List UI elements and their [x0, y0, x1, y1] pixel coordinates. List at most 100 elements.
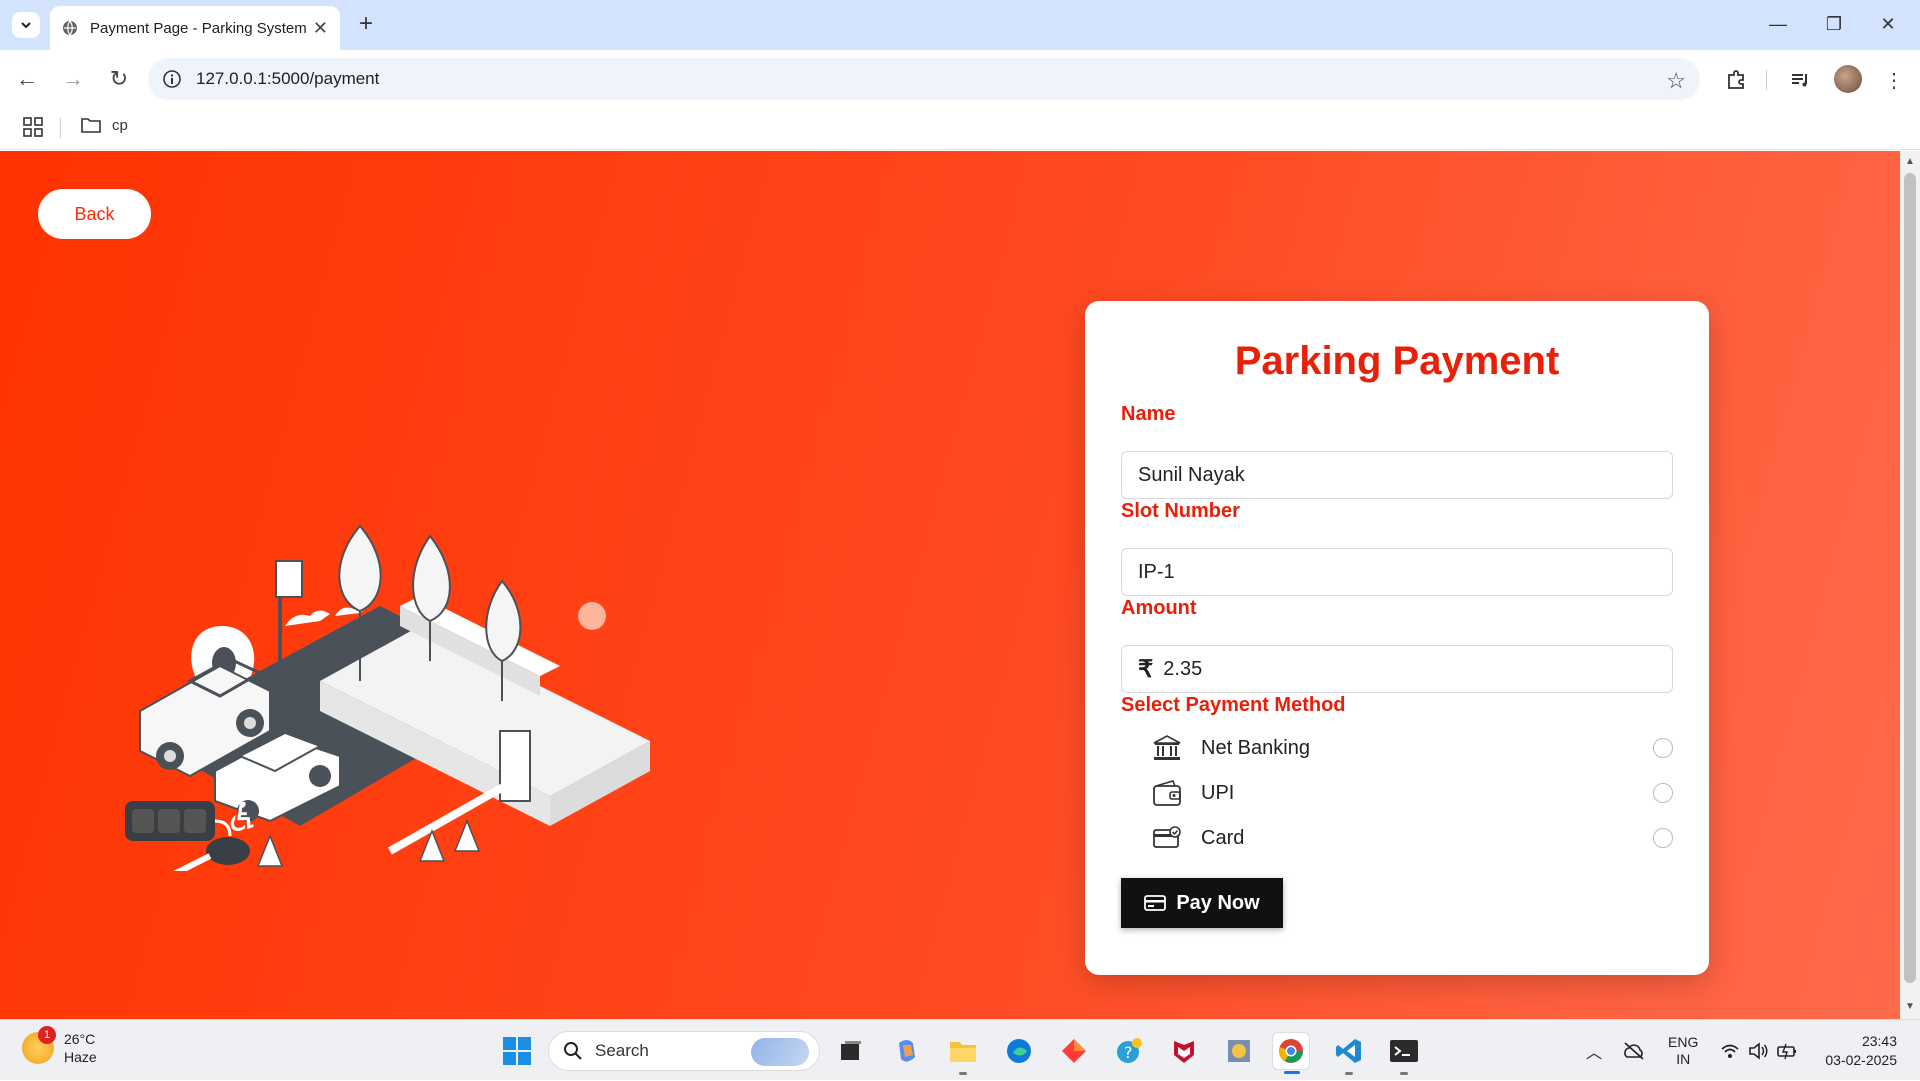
- card-icon: [1153, 826, 1181, 848]
- menu-dots-icon[interactable]: ⋮: [1880, 66, 1908, 94]
- bookmarks-divider: [60, 118, 61, 138]
- back-button[interactable]: Back: [38, 189, 151, 239]
- close-window-button[interactable]: ✕: [1868, 10, 1908, 38]
- language-line1: ENG: [1668, 1033, 1699, 1050]
- slot-label: Slot Number: [1121, 500, 1240, 522]
- photo-app-icon[interactable]: [1220, 1032, 1258, 1070]
- windows-taskbar: 1 26°C Haze Search ? ︿ ENG IN 23:43 03-0…: [0, 1019, 1920, 1080]
- apps-grid-icon[interactable]: [22, 116, 44, 138]
- app-red-diamond-icon[interactable]: [1055, 1032, 1093, 1070]
- tab-title: Payment Page - Parking System: [90, 19, 307, 37]
- forward-arrow-icon[interactable]: →: [58, 64, 88, 94]
- payment-option-label: UPI: [1201, 781, 1235, 804]
- wifi-icon[interactable]: [1720, 1042, 1740, 1060]
- wallet-icon: [1153, 780, 1181, 806]
- back-arrow-icon[interactable]: ←: [12, 64, 42, 94]
- scroll-up-icon[interactable]: ▲: [1905, 156, 1915, 167]
- clock-date: 03-02-2025: [1825, 1052, 1897, 1068]
- bank-icon: [1153, 735, 1181, 760]
- profile-avatar[interactable]: [1834, 65, 1862, 93]
- notification-badge: 1: [38, 1026, 56, 1044]
- search-highlight-image: [751, 1038, 809, 1066]
- payment-option-card[interactable]: Card: [1151, 820, 1673, 856]
- help-icon[interactable]: ?: [1110, 1032, 1148, 1070]
- slot-number-field[interactable]: IP-1: [1121, 548, 1673, 596]
- bookmark-star-icon[interactable]: ☆: [1666, 68, 1686, 94]
- edge-browser-icon[interactable]: [1000, 1032, 1038, 1070]
- bookmark-folder-label: cp: [112, 116, 128, 134]
- clock-time: 23:43: [1861, 1033, 1897, 1049]
- payment-method-label: Select Payment Method: [1121, 694, 1346, 716]
- amount-label: Amount: [1121, 597, 1197, 619]
- extensions-icon[interactable]: [1722, 66, 1750, 94]
- amount-field[interactable]: ₹ 2.35: [1121, 645, 1673, 693]
- scroll-down-icon[interactable]: ▼: [1905, 1001, 1915, 1012]
- media-control-icon[interactable]: [1786, 66, 1814, 94]
- browser-toolbar: ← → ↻ 127.0.0.1:5000/payment ☆ ⋮: [0, 50, 1920, 108]
- reload-icon[interactable]: ↻: [104, 64, 134, 94]
- pay-now-button[interactable]: Pay Now: [1121, 878, 1283, 928]
- radio-card[interactable]: [1653, 828, 1673, 848]
- chevron-down-icon: [21, 22, 31, 29]
- terminal-icon[interactable]: [1385, 1032, 1423, 1075]
- volume-icon[interactable]: [1748, 1041, 1770, 1060]
- toolbar-divider: [1766, 70, 1767, 90]
- folder-icon: [81, 118, 101, 133]
- address-bar[interactable]: 127.0.0.1:5000/payment ☆: [148, 58, 1700, 100]
- scroll-thumb[interactable]: [1904, 173, 1916, 983]
- chrome-icon[interactable]: [1272, 1032, 1310, 1074]
- file-explorer-icon[interactable]: [944, 1032, 982, 1075]
- new-tab-button[interactable]: +: [352, 10, 380, 38]
- pay-now-label: Pay Now: [1176, 891, 1260, 914]
- system-clock[interactable]: 23:43 03-02-2025: [1815, 1032, 1897, 1070]
- page-scrollbar[interactable]: ▲ ▼: [1900, 151, 1920, 1019]
- minimize-button[interactable]: —: [1758, 10, 1798, 38]
- task-view-icon[interactable]: [832, 1032, 870, 1070]
- vscode-icon[interactable]: [1330, 1032, 1368, 1075]
- svg-text:?: ?: [1124, 1043, 1133, 1062]
- browser-tab[interactable]: Payment Page - Parking System ✕: [50, 6, 340, 50]
- site-info-icon[interactable]: [162, 69, 182, 89]
- name-field[interactable]: Sunil Nayak: [1121, 451, 1673, 499]
- rupee-icon: ₹: [1138, 655, 1154, 683]
- name-value: Sunil Nayak: [1138, 463, 1245, 486]
- radio-net-banking[interactable]: [1653, 738, 1673, 758]
- system-tray: ︿ ENG IN: [1580, 1020, 1798, 1081]
- payment-card: Parking Payment Name Sunil Nayak Slot Nu…: [1085, 301, 1709, 975]
- slot-value: IP-1: [1138, 560, 1175, 583]
- language-line2: IN: [1676, 1050, 1691, 1067]
- language-indicator[interactable]: ENG IN: [1668, 1034, 1698, 1068]
- payment-option-upi[interactable]: UPI: [1151, 775, 1673, 811]
- payment-option-net-banking[interactable]: Net Banking: [1151, 730, 1673, 766]
- browser-tab-strip: Payment Page - Parking System ✕ + — ❐ ✕: [0, 0, 1920, 50]
- amount-value: 2.35: [1163, 657, 1203, 680]
- search-placeholder: Search: [595, 1041, 649, 1060]
- payment-option-label: Card: [1201, 826, 1245, 849]
- credit-card-icon: [1144, 895, 1167, 911]
- mcafee-icon[interactable]: [1165, 1032, 1203, 1070]
- windows-start-icon[interactable]: [502, 1036, 532, 1066]
- page-title: Parking Payment: [1234, 339, 1560, 383]
- parking-lot-illustration: ♿: [125, 524, 650, 871]
- weather-temperature: 26°C: [64, 1031, 96, 1047]
- tab-search-button[interactable]: [12, 12, 40, 38]
- weather-description: Haze: [64, 1049, 97, 1065]
- close-tab-icon[interactable]: ✕: [313, 18, 328, 39]
- name-label: Name: [1121, 403, 1176, 425]
- battery-icon[interactable]: [1776, 1042, 1798, 1060]
- url-text: 127.0.0.1:5000/payment: [196, 69, 380, 88]
- copilot-icon[interactable]: [888, 1032, 926, 1070]
- bookmark-folder[interactable]: cp: [80, 116, 128, 134]
- payment-option-label: Net Banking: [1201, 736, 1310, 759]
- taskbar-search[interactable]: Search: [548, 1031, 820, 1071]
- globe-icon: [63, 20, 77, 36]
- chevron-up-icon[interactable]: ︿: [1586, 1039, 1602, 1063]
- page-viewport: Back ♿ Parking Payment Name Sunil Nayak …: [0, 151, 1900, 1019]
- search-icon: [564, 1042, 582, 1060]
- restore-button[interactable]: ❐: [1814, 10, 1854, 38]
- bookmarks-bar: cp: [0, 108, 1920, 150]
- weather-icon: 1: [22, 1026, 56, 1064]
- radio-upi[interactable]: [1653, 783, 1673, 803]
- onedrive-offline-icon[interactable]: [1622, 1041, 1646, 1061]
- weather-widget[interactable]: 1 26°C Haze: [22, 1026, 97, 1066]
